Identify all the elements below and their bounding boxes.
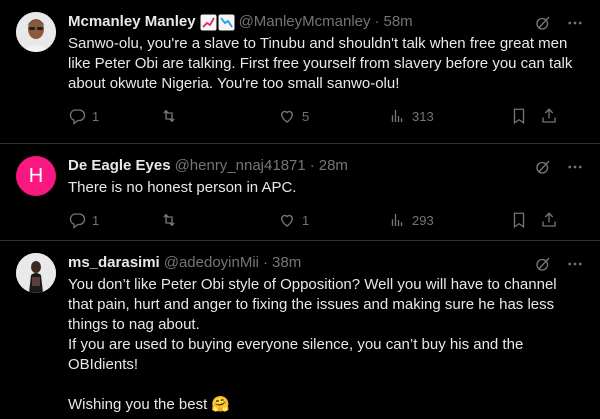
user-handle[interactable]: @adedoyinMii — [164, 253, 259, 273]
reply-icon — [69, 109, 86, 125]
retweet-button[interactable] — [160, 211, 278, 229]
display-name[interactable]: Mcmanley Manley — [68, 12, 196, 32]
grok-icon[interactable] — [534, 255, 552, 273]
reply-count: 1 — [92, 212, 100, 228]
retweet-icon — [163, 109, 175, 123]
share-button[interactable] — [540, 211, 560, 229]
views-button[interactable]: 313 — [388, 107, 508, 125]
separator-dot: · — [263, 254, 269, 271]
views-icon — [391, 110, 403, 122]
chart-down-emoji — [218, 14, 235, 30]
retweet-icon — [163, 213, 175, 227]
timestamp[interactable]: 58m — [384, 12, 413, 32]
action-bar: 1 5 313 — [68, 100, 584, 132]
avatar-photo — [16, 253, 56, 293]
separator-dot: · — [374, 13, 380, 30]
share-button[interactable] — [540, 107, 560, 125]
avatar-photo — [16, 12, 56, 52]
reply-count: 1 — [92, 108, 100, 124]
more-icon[interactable] — [566, 14, 584, 32]
views-button[interactable]: 293 — [388, 211, 508, 229]
view-count: 293 — [412, 212, 434, 228]
like-button[interactable]: 1 — [278, 211, 388, 229]
bookmark-icon — [513, 212, 525, 229]
like-icon — [281, 110, 293, 123]
avatar[interactable] — [16, 12, 56, 52]
bookmark-icon — [513, 108, 525, 125]
like-icon — [281, 214, 293, 227]
reply-button[interactable]: 1 — [68, 211, 160, 229]
user-handle[interactable]: @henry_nnaj41871 — [175, 156, 306, 176]
display-name[interactable]: De Eagle Eyes — [68, 156, 171, 176]
chart-up-emoji — [200, 14, 217, 30]
user-handle[interactable]: @ManleyMcmanley — [239, 12, 371, 32]
grok-icon[interactable] — [534, 14, 552, 32]
avatar[interactable]: H — [16, 156, 56, 196]
timestamp[interactable]: 38m — [272, 253, 301, 273]
timestamp[interactable]: 28m — [319, 156, 348, 176]
grok-icon[interactable] — [534, 158, 552, 176]
avatar[interactable] — [16, 253, 56, 293]
views-icon — [391, 214, 403, 226]
share-icon — [542, 212, 556, 227]
view-count: 313 — [412, 108, 434, 124]
tweet-text: You don’t like Peter Obi style of Opposi… — [68, 276, 557, 413]
tweet[interactable]: ms_darasimi @adedoyinMii · 38m You don’t… — [0, 241, 600, 419]
tweet[interactable]: H De Eagle Eyes @henry_nnaj41871 · 28m T… — [0, 144, 600, 241]
reply-feed: Mcmanley Manley @ManleyMcmanley · 58m Sa… — [0, 0, 600, 419]
like-count: 1 — [302, 212, 310, 228]
bookmark-button[interactable] — [510, 107, 540, 125]
tweet[interactable]: Mcmanley Manley @ManleyMcmanley · 58m Sa… — [0, 0, 600, 144]
reply-icon — [69, 213, 86, 229]
action-bar: 1 1 293 — [68, 204, 584, 236]
more-icon[interactable] — [566, 158, 584, 176]
display-name[interactable]: ms_darasimi — [68, 253, 160, 273]
tweet-text: Sanwo-olu, you're a slave to Tinubu and … — [68, 35, 577, 92]
retweet-button[interactable] — [160, 107, 278, 125]
bookmark-button[interactable] — [510, 211, 540, 229]
reply-button[interactable]: 1 — [68, 107, 160, 125]
like-button[interactable]: 5 — [278, 107, 388, 125]
like-count: 5 — [302, 108, 310, 124]
share-icon — [542, 108, 556, 123]
avatar-letter: H — [28, 164, 44, 187]
tweet-text: There is no honest person in APC. — [68, 179, 297, 196]
separator-dot: · — [309, 157, 315, 174]
more-icon[interactable] — [566, 255, 584, 273]
